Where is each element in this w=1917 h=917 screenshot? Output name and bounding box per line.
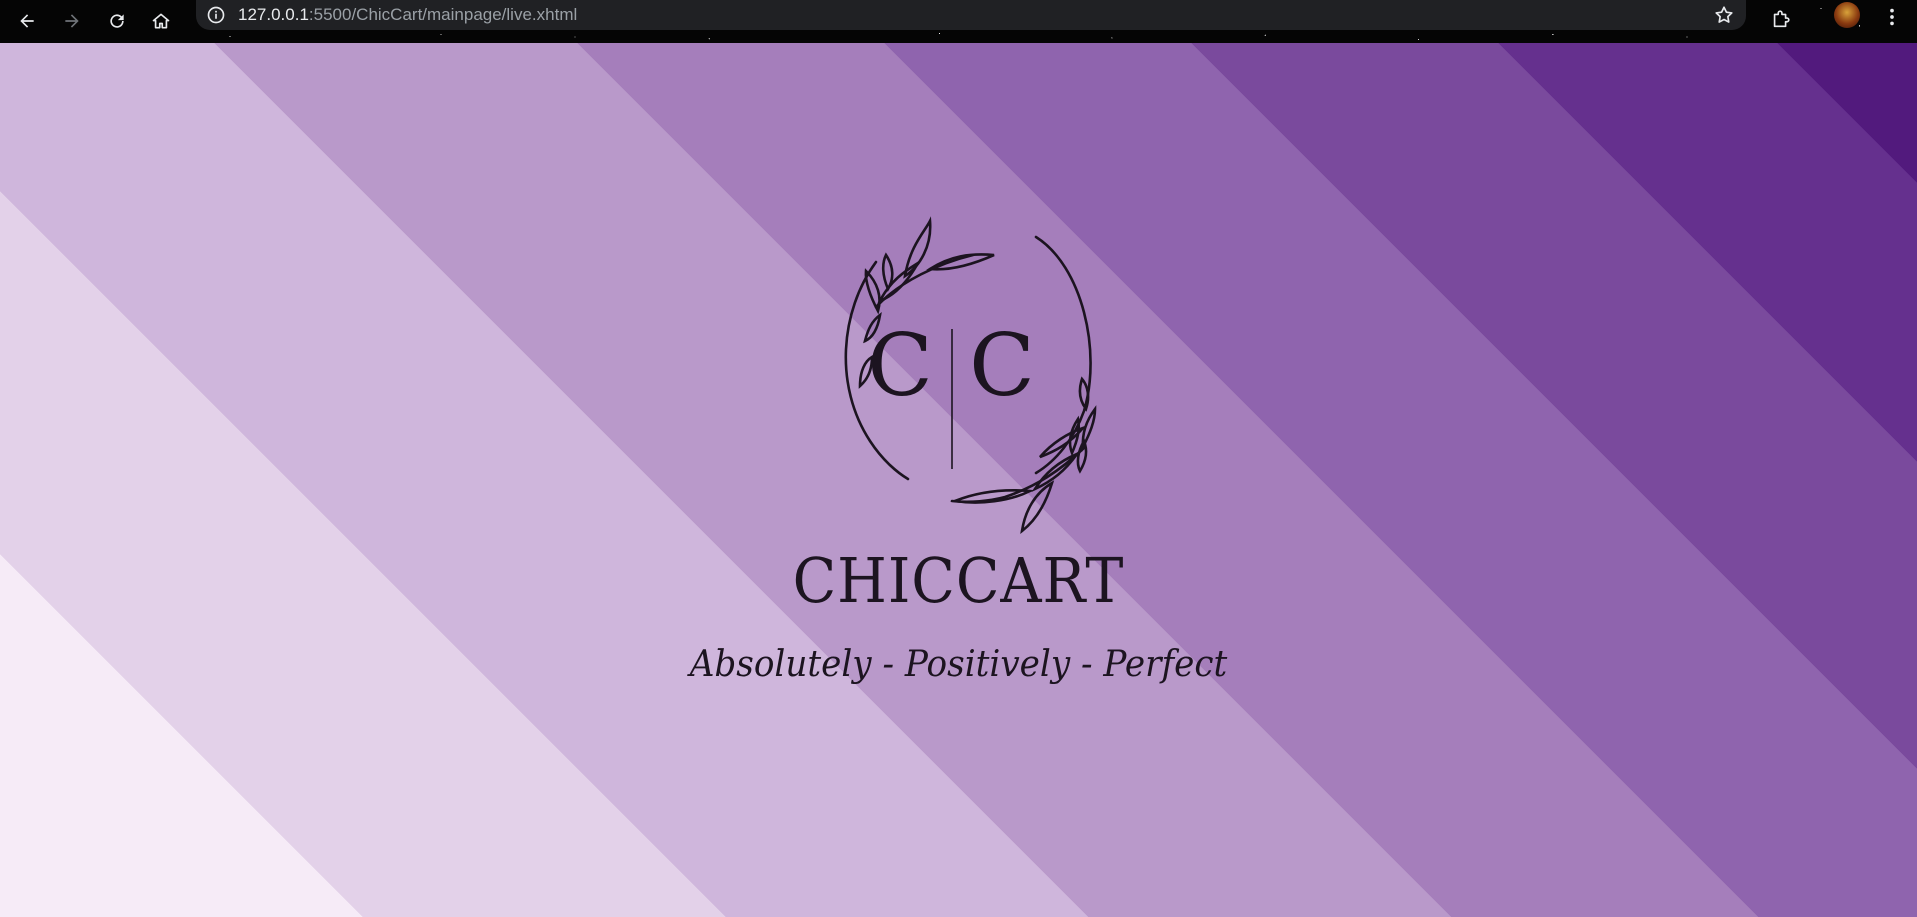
monogram-right-letter: C [969,316,1035,416]
back-button[interactable] [9,3,45,39]
forward-button[interactable] [54,3,90,39]
home-button[interactable] [143,3,179,39]
kebab-menu-icon [1890,8,1894,26]
back-arrow-icon [20,14,34,28]
extensions-button[interactable] [1765,3,1797,35]
url-text[interactable]: 127.0.0.1:5500/ChicCart/mainpage/live.xh… [238,5,577,25]
tagline: Absolutely - Positively - Perfect [689,644,1228,685]
forward-arrow-icon [65,14,79,28]
home-icon [152,13,170,29]
info-icon [207,6,225,24]
monogram-left-letter: C [867,316,933,416]
page-background: C C CHICCART Absolutely - Positively - P… [0,43,1917,917]
avatar[interactable] [1834,2,1860,28]
browser-toolbar: 127.0.0.1:5500/ChicCart/mainpage/live.xh… [0,0,1917,43]
url-host: 127.0.0.1 [238,5,309,24]
chiccart-logo: C C [790,171,1110,541]
puzzle-icon [1773,10,1790,28]
site-info-button[interactable] [204,3,228,27]
browser-menu-button[interactable] [1880,3,1904,31]
reload-icon [110,14,124,28]
brand-name: CHICCART [792,544,1125,617]
address-bar[interactable]: 127.0.0.1:5500/ChicCart/mainpage/live.xh… [196,0,1746,30]
bookmark-button[interactable] [1712,3,1736,27]
star-icon [1715,6,1733,23]
leaf-wreath-icon [844,216,1097,534]
url-path: :5500/ChicCart/mainpage/live.xhtml [308,5,578,24]
reload-button[interactable] [99,3,135,39]
